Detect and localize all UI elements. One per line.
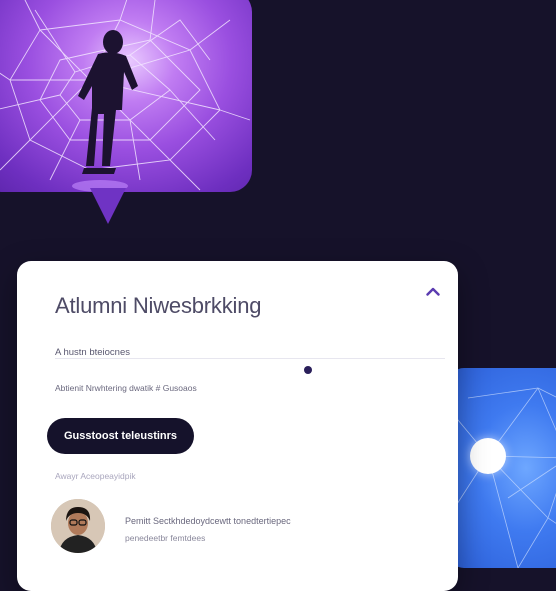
person-name: Pemitt Sectkhdedoydcewtt tonedtertiepec [125, 516, 291, 526]
divider [55, 358, 445, 359]
hero-illustration [0, 0, 252, 192]
status-dot [304, 366, 312, 374]
hero-bubble-tail [90, 188, 126, 224]
alumni-card: Atlumni Niwesbrkking A hustn bteiocnes A… [17, 261, 458, 591]
description-text: Abtienit Nrwhtering dwatik # Gusoaos [55, 383, 197, 393]
collapse-button[interactable] [421, 279, 445, 303]
person-subtitle: penedeetbr femtdees [125, 533, 206, 543]
chevron-up-icon [426, 287, 440, 296]
helper-note: Awayr Aceopeayidpik [55, 471, 136, 481]
card-title: Atlumni Niwesbrkking [55, 293, 262, 318]
blue-network-graphic [448, 387, 556, 568]
side-preview-card [448, 368, 556, 568]
glow-dot [470, 438, 506, 474]
primary-action-button[interactable]: Gusstoost teleustinrs [47, 418, 194, 454]
user-avatar-icon [51, 499, 105, 553]
field-label: A hustn bteiocnes [55, 347, 130, 358]
web-network-graphic [0, 0, 251, 192]
avatar[interactable] [51, 499, 105, 553]
